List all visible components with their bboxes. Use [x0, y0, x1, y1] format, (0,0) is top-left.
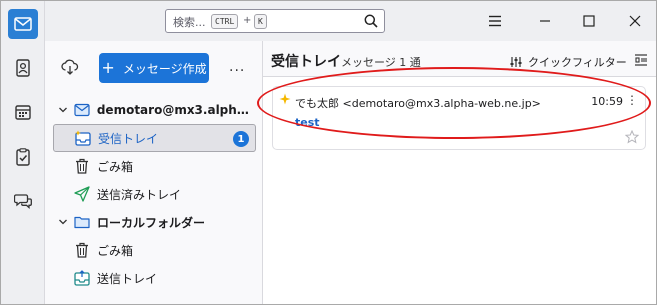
- message-sender: でも太郎 <demotaro@mx3.alpha-web.ne.jp>: [295, 97, 541, 110]
- account-local-folders[interactable]: ローカルフォルダー: [53, 208, 256, 236]
- outbox-label: 送信トレイ: [97, 271, 158, 286]
- shortcut-key-ctrl: CTRL: [211, 14, 239, 29]
- search-placeholder: 検索...: [173, 16, 206, 29]
- mail-space-button[interactable]: [8, 9, 38, 39]
- quick-filter-button[interactable]: クイックフィルター: [510, 54, 627, 70]
- folder-inbox[interactable]: 受信トレイ 1: [53, 124, 256, 152]
- calendar-space-button[interactable]: [8, 97, 38, 127]
- sent-label: 送信済みトレイ: [97, 187, 182, 202]
- search-bar[interactable]: 検索... CTRL + K: [165, 9, 385, 33]
- folder-title: 受信トレイ: [271, 54, 341, 70]
- message-subject: test: [295, 116, 320, 129]
- message-list-header: 受信トレイ メッセージ 1 通 クイックフィルター: [263, 41, 656, 77]
- close-button[interactable]: [623, 9, 647, 33]
- send-icon: [73, 185, 91, 203]
- spaces-toolbar: [1, 1, 45, 304]
- folder-sent[interactable]: 送信済みトレイ: [53, 180, 256, 208]
- chevron-down-icon[interactable]: [57, 105, 69, 115]
- app-menu-button[interactable]: [483, 9, 507, 33]
- trash-icon: [73, 157, 91, 175]
- message-time: 10:59: [591, 95, 623, 108]
- shortcut-plus: +: [243, 15, 252, 26]
- chevron-down-icon[interactable]: [57, 217, 69, 227]
- chat-icon: [14, 194, 32, 209]
- maximize-icon: [583, 15, 595, 27]
- menu-icon: [489, 15, 501, 27]
- compose-plus-icon: +: [101, 58, 115, 77]
- shortcut-key-k: K: [254, 14, 267, 29]
- message-count: メッセージ 1 通: [341, 56, 421, 69]
- folder-outbox[interactable]: 送信トレイ: [53, 264, 256, 292]
- star-icon[interactable]: [625, 130, 639, 144]
- search-icon[interactable]: [364, 14, 378, 28]
- message-list-pane: 受信トレイ メッセージ 1 通 クイックフィルター でも太郎 <demotaro…: [263, 41, 656, 304]
- quick-filter-label: クイックフィルター: [528, 56, 627, 69]
- view-options-icon[interactable]: [634, 53, 648, 67]
- minimize-button[interactable]: [533, 9, 557, 33]
- local-folders-label: ローカルフォルダー: [97, 215, 206, 230]
- get-messages-icon[interactable]: [61, 59, 79, 75]
- title-bar: 検索... CTRL + K: [45, 1, 656, 41]
- maximize-button[interactable]: [577, 9, 601, 33]
- more-options-button[interactable]: ...: [229, 59, 245, 75]
- message-menu-icon[interactable]: ⋮: [626, 93, 638, 107]
- message-card[interactable]: でも太郎 <demotaro@mx3.alpha-web.ne.jp> 10:5…: [272, 86, 646, 150]
- minimize-icon: [540, 20, 550, 22]
- folder-trash[interactable]: ごみ箱: [53, 152, 256, 180]
- account-demotaro[interactable]: demotaro@mx3.alpha-w...: [53, 96, 256, 124]
- new-message-star-icon: [279, 93, 291, 105]
- outbox-icon: [73, 269, 91, 287]
- chat-space-button[interactable]: [8, 186, 38, 216]
- mail-icon: [14, 17, 32, 31]
- unread-count-badge: 1: [233, 131, 249, 147]
- close-icon: [629, 15, 641, 27]
- compose-label: メッセージ作成: [122, 61, 207, 76]
- compose-button[interactable]: + メッセージ作成: [99, 53, 209, 83]
- local-trash-label: ごみ箱: [97, 243, 134, 258]
- tasks-icon: [16, 148, 30, 166]
- app-window: 検索... CTRL + K + メッセージ作成 ... demotaro@mx…: [0, 0, 657, 305]
- inbox-label: 受信トレイ: [98, 131, 159, 146]
- folder-pane: + メッセージ作成 ... demotaro@mx3.alpha-w... 受信…: [45, 41, 263, 304]
- address-book-icon: [16, 59, 30, 77]
- quick-filter-icon: [510, 57, 522, 67]
- trash-icon: [73, 241, 91, 259]
- folder-local-trash[interactable]: ごみ箱: [53, 236, 256, 264]
- tasks-space-button[interactable]: [8, 142, 38, 172]
- address-book-space-button[interactable]: [8, 53, 38, 83]
- inbox-icon: [74, 129, 92, 147]
- calendar-icon: [15, 105, 31, 120]
- trash-label: ごみ箱: [97, 159, 134, 174]
- account-label: demotaro@mx3.alpha-w...: [96, 103, 256, 117]
- folder-icon: [73, 213, 91, 231]
- mail-account-icon: [73, 101, 91, 119]
